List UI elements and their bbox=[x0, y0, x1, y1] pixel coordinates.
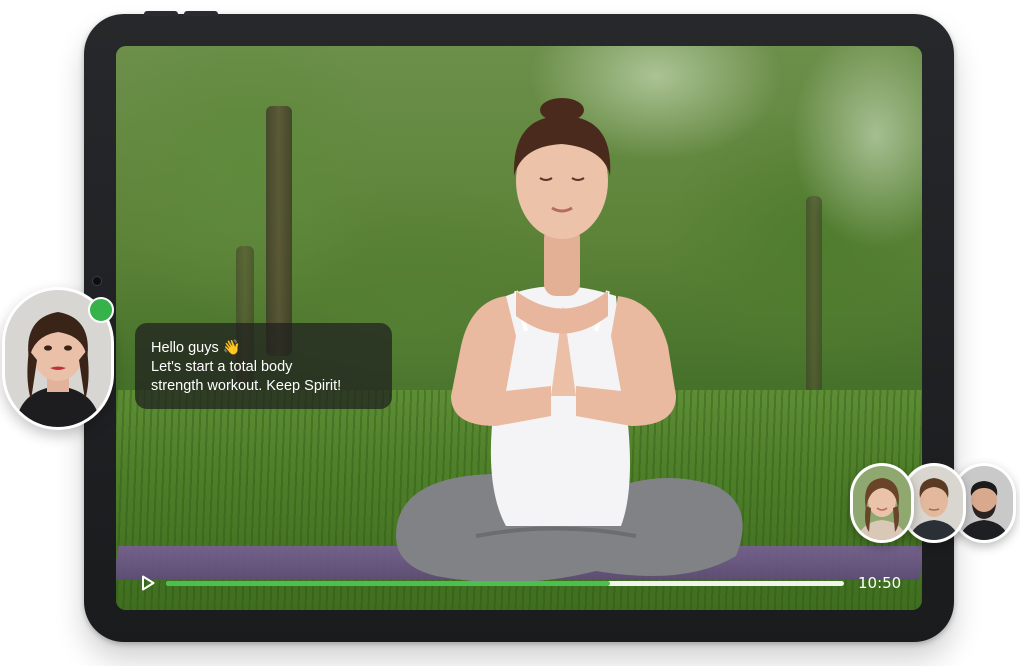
video-player-controls: 10:50 bbox=[136, 568, 902, 598]
participant-avatar[interactable] bbox=[850, 463, 914, 543]
play-icon bbox=[142, 575, 155, 591]
front-camera bbox=[92, 276, 102, 286]
participant-avatar-woman-icon bbox=[853, 466, 911, 540]
tablet-device: Hello guys 👋 Let's start a total body st… bbox=[84, 11, 954, 642]
chat-message-line: strength workout. Keep Spirit! bbox=[151, 378, 342, 394]
tablet-power-button bbox=[184, 11, 218, 16]
online-status-indicator bbox=[88, 297, 114, 323]
video-progress-bar[interactable] bbox=[166, 580, 844, 586]
yoga-instructor-figure bbox=[396, 98, 743, 583]
video-time-label: 10:50 bbox=[858, 574, 902, 592]
chat-message-line: Let's start a total body bbox=[151, 359, 293, 375]
video-progress-fill bbox=[166, 580, 611, 586]
video-screen[interactable]: Hello guys 👋 Let's start a total body st… bbox=[116, 46, 922, 610]
tablet-volume-button bbox=[144, 11, 178, 16]
yoga-live-class-scene: Hello guys 👋 Let's start a total body st… bbox=[0, 0, 1020, 666]
chat-message-bubble: Hello guys 👋 Let's start a total body st… bbox=[135, 323, 392, 409]
chat-greeting: Hello guys 👋 bbox=[151, 340, 241, 356]
tree-trunk bbox=[266, 106, 292, 356]
play-button[interactable] bbox=[136, 571, 160, 595]
tree-trunk bbox=[806, 196, 822, 396]
